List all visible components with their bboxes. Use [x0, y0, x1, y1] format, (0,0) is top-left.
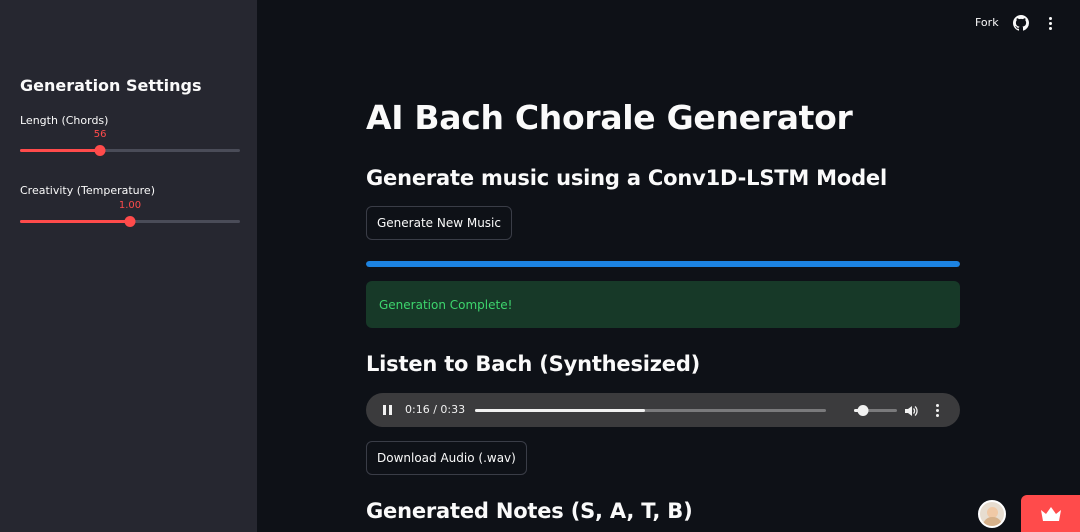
temperature-slider-label: Creativity (Temperature) — [20, 184, 155, 197]
temperature-slider-thumb[interactable] — [124, 216, 136, 227]
audio-time: 0:16 / 0:33 — [405, 403, 466, 416]
user-avatar[interactable] — [978, 500, 1006, 528]
volume-slider[interactable] — [854, 405, 897, 416]
volume-slider-thumb[interactable] — [857, 405, 869, 416]
length-slider-fill — [20, 149, 101, 152]
download-audio-button[interactable]: Download Audio (.wav) — [366, 441, 527, 475]
sidebar-title: Generation Settings — [20, 76, 202, 95]
success-message: Generation Complete! — [379, 297, 513, 312]
progress-bar-fill — [366, 261, 960, 267]
audio-seek-fill — [475, 409, 646, 412]
temperature-slider-fill — [20, 220, 130, 223]
crown-icon[interactable] — [1021, 495, 1080, 532]
listen-header: Listen to Bach (Synthesized) — [366, 352, 701, 376]
audio-more-icon[interactable] — [932, 403, 942, 417]
fork-link[interactable]: Fork — [975, 16, 999, 29]
length-slider-value: 56 — [93, 129, 107, 140]
speaker-icon[interactable] — [904, 403, 918, 417]
github-icon[interactable] — [1013, 15, 1029, 31]
generate-button[interactable]: Generate New Music — [366, 206, 512, 240]
app-root: Generation Settings Length (Chords) 56 C… — [0, 0, 1080, 532]
notes-header: Generated Notes (S, A, T, B) — [366, 499, 693, 523]
length-slider[interactable] — [20, 145, 240, 156]
length-slider-label: Length (Chords) — [20, 114, 109, 127]
length-slider-thumb[interactable] — [94, 145, 106, 156]
page-title: AI Bach Chorale Generator — [366, 98, 853, 137]
pause-icon[interactable] — [383, 405, 392, 415]
main-menu-icon[interactable] — [1043, 14, 1057, 32]
audio-player: 0:16 / 0:33 — [366, 393, 960, 427]
page-subtitle: Generate music using a Conv1D-LSTM Model — [366, 166, 887, 190]
sidebar: Generation Settings Length (Chords) 56 C… — [0, 0, 257, 532]
success-alert: Generation Complete! — [366, 281, 960, 328]
progress-bar — [366, 261, 960, 267]
audio-seek-bar[interactable] — [475, 409, 826, 412]
temperature-slider-value: 1.00 — [118, 200, 142, 211]
temperature-slider[interactable] — [20, 216, 240, 227]
